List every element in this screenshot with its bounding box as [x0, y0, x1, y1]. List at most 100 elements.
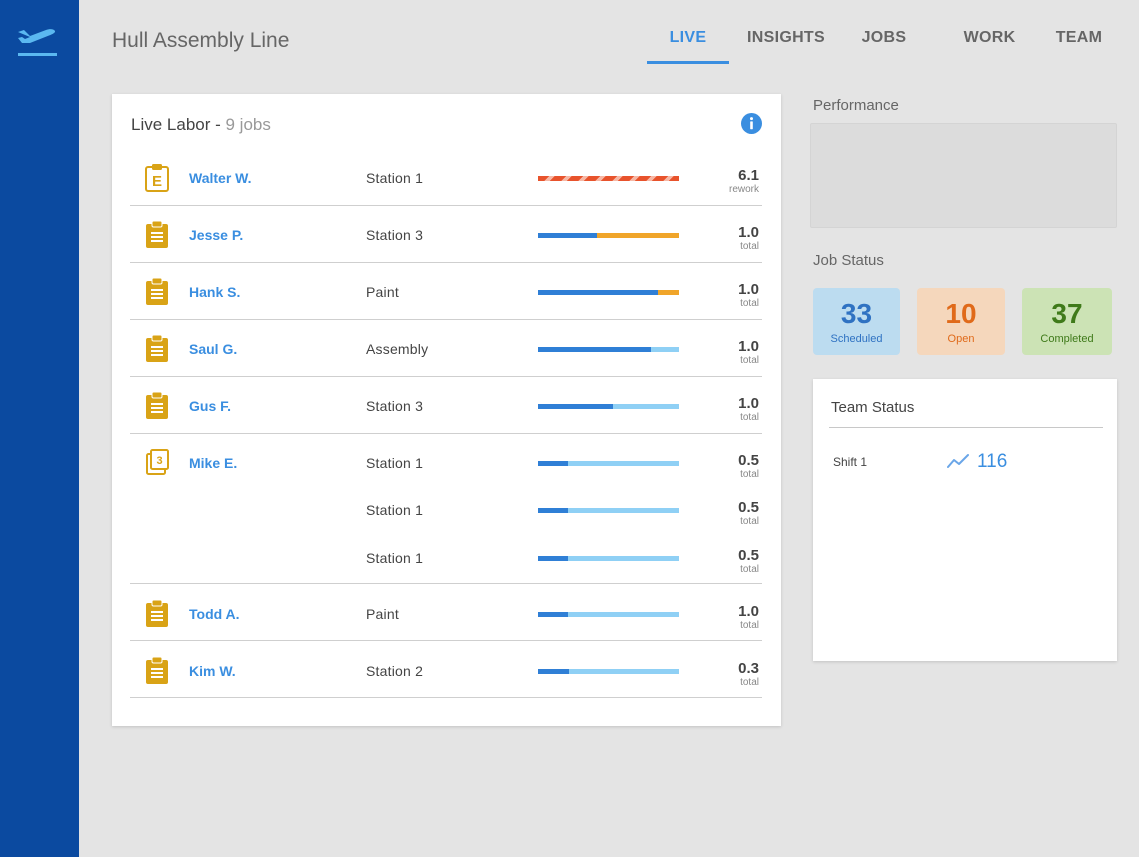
- status-tile-1[interactable]: 10 Open: [917, 288, 1005, 355]
- clipboard-e-icon[interactable]: E: [144, 164, 170, 192]
- hours-number: 1.0: [738, 224, 759, 241]
- worker-name[interactable]: Gus F.: [189, 398, 231, 414]
- hours-number: 1.0: [738, 395, 759, 412]
- progress-remaining: [657, 290, 679, 295]
- tab-team[interactable]: TEAM: [1052, 29, 1106, 47]
- trend-line-icon: [947, 454, 969, 468]
- tab-work[interactable]: WORK: [958, 29, 1021, 47]
- station-label: Station 1: [366, 455, 424, 471]
- hours-number: 1.0: [738, 281, 759, 298]
- status-label: Open: [947, 333, 975, 345]
- hours-value: 0.5 total: [699, 453, 759, 481]
- hours-number: 0.5: [738, 498, 759, 516]
- clipboard-icon[interactable]: [144, 391, 170, 420]
- progress-bar: [538, 404, 679, 409]
- worker-name[interactable]: Saul G.: [189, 341, 237, 357]
- hours-number: 1.0: [738, 338, 759, 355]
- shift-label: Shift 1: [833, 455, 868, 469]
- hours-unit: total: [740, 563, 759, 575]
- team-status-title: Team Status: [831, 399, 915, 416]
- hours-unit: total: [740, 355, 759, 366]
- row-divider: [130, 640, 762, 641]
- progress-fill: [538, 555, 568, 561]
- clipboard-icon[interactable]: [144, 277, 170, 306]
- plane-departure-icon[interactable]: [16, 20, 58, 58]
- job-count: 9 jobs: [225, 115, 271, 134]
- status-count: 10: [945, 298, 977, 329]
- progress-fill: [538, 347, 651, 352]
- clipboard-icon[interactable]: [144, 220, 170, 249]
- info-icon[interactable]: [741, 113, 762, 134]
- shift-value[interactable]: 116: [977, 451, 1007, 473]
- status-label: Completed: [1040, 333, 1094, 345]
- progress-bar: [538, 176, 679, 181]
- hours-value: 1.0 total: [699, 339, 759, 367]
- row-divider: [130, 319, 762, 320]
- tab-jobs[interactable]: JOBS: [858, 29, 910, 47]
- worker-name[interactable]: Kim W.: [189, 663, 236, 679]
- worker-name[interactable]: Mike E.: [189, 455, 237, 471]
- hours-unit: total: [740, 676, 759, 688]
- status-tile-0[interactable]: 33 Scheduled: [813, 288, 900, 355]
- station-label: Paint: [366, 605, 399, 622]
- station-label: Station 1: [366, 501, 424, 518]
- worker-name[interactable]: Jesse P.: [189, 227, 243, 243]
- performance-chart-area: [810, 123, 1117, 228]
- hours-value: 1.0 total: [699, 396, 759, 424]
- station-label: Station 2: [366, 662, 424, 679]
- hours-unit: rework: [728, 184, 759, 195]
- job-status-title: Job Status: [813, 252, 884, 269]
- station-label: Station 1: [366, 170, 424, 186]
- team-status-card: Team Status Shift 1 116: [813, 379, 1117, 661]
- hours-unit: total: [740, 298, 759, 309]
- station-label: Station 1: [366, 549, 424, 566]
- hours-value: 6.1 rework: [699, 168, 759, 196]
- hours-value: 1.0 total: [699, 225, 759, 253]
- clipboard-icon[interactable]: [144, 599, 170, 628]
- row-divider: [130, 583, 762, 584]
- progress-bar: [538, 611, 679, 617]
- tab-live[interactable]: LIVE: [647, 29, 729, 47]
- hours-value: 0.5 total: [699, 500, 759, 528]
- hours-unit: total: [740, 469, 759, 480]
- progress-bar: [538, 461, 679, 466]
- row-divider: [130, 697, 762, 698]
- progress-remaining: [597, 233, 679, 238]
- page-title: Hull Assembly Line: [112, 29, 290, 52]
- progress-remaining: [567, 461, 679, 466]
- progress-remaining: [650, 347, 679, 352]
- svg-text:E: E: [152, 173, 162, 190]
- clipboard-icon[interactable]: [144, 656, 170, 685]
- worker-name[interactable]: Todd A.: [189, 606, 240, 622]
- status-count: 37: [1051, 298, 1083, 329]
- status-tile-2[interactable]: 37 Completed: [1022, 288, 1112, 355]
- progress-fill: [538, 668, 570, 674]
- status-count: 33: [840, 298, 873, 329]
- progress-remaining: [612, 404, 679, 409]
- active-tab-indicator: [647, 61, 729, 64]
- station-label: Station 3: [366, 398, 424, 414]
- progress-remaining: [567, 555, 679, 561]
- station-label: Station 3: [366, 227, 424, 243]
- progress-remaining: [567, 507, 679, 513]
- clipboard-icon[interactable]: [144, 334, 170, 363]
- live-labor-title-text: Live Labor -: [131, 115, 226, 134]
- performance-title: Performance: [813, 97, 899, 114]
- hours-value: 1.0 total: [699, 282, 759, 310]
- tab-insights[interactable]: INSIGHTS: [744, 29, 828, 47]
- clipboard-stack-3-icon[interactable]: 3: [144, 449, 170, 477]
- hours-number: 0.5: [738, 546, 759, 564]
- svg-text:3: 3: [156, 455, 162, 467]
- worker-name[interactable]: Hank S.: [189, 284, 240, 300]
- sidebar: [0, 0, 79, 857]
- progress-fill: [538, 233, 598, 238]
- progress-bar: [538, 507, 679, 513]
- row-divider: [130, 376, 762, 377]
- hours-value: 1.0 total: [699, 604, 759, 632]
- hours-number: 0.3: [738, 659, 759, 677]
- hours-number: 1.0: [738, 602, 759, 620]
- status-label: Scheduled: [830, 333, 883, 345]
- worker-name[interactable]: Walter W.: [189, 170, 252, 186]
- hours-unit: total: [740, 241, 759, 252]
- progress-fill: [538, 461, 568, 466]
